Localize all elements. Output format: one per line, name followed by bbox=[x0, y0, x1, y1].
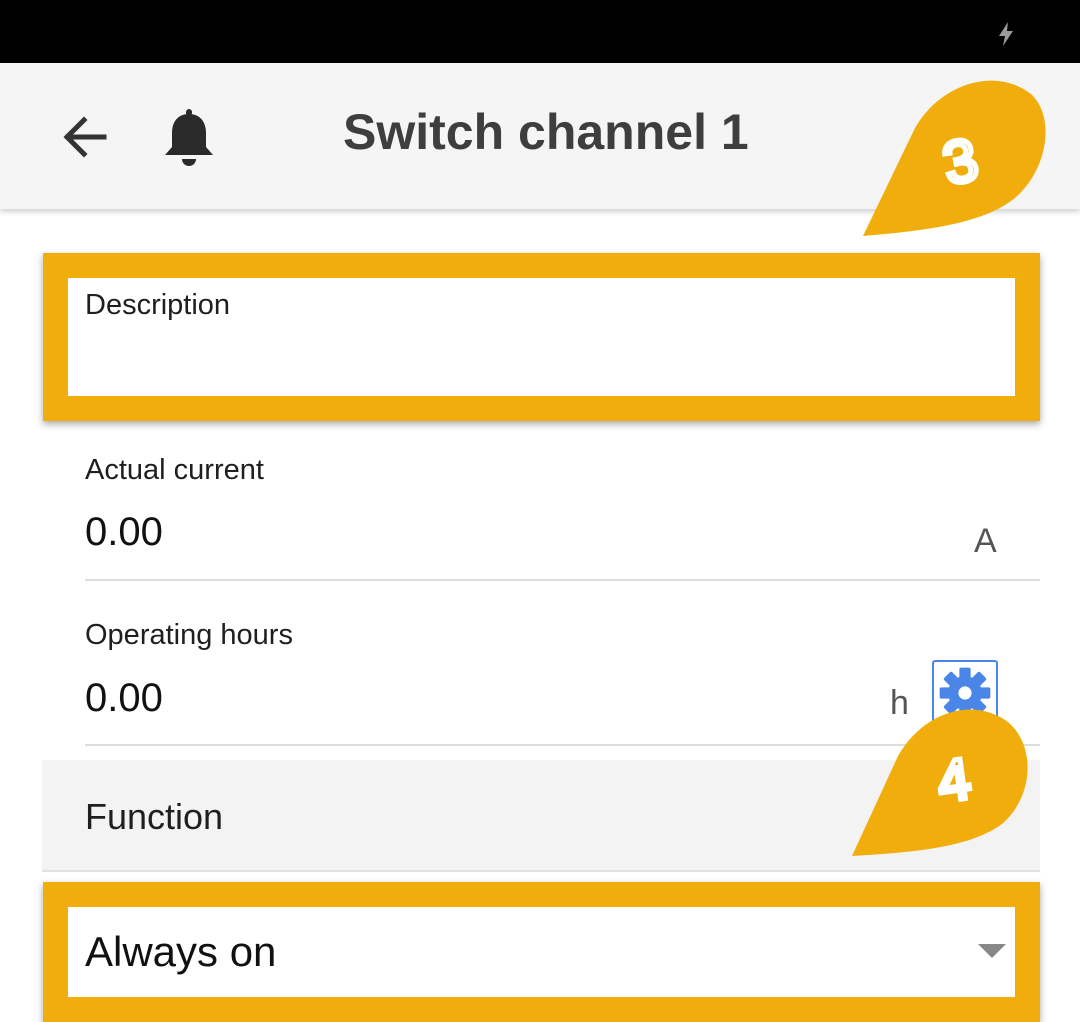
bolt-icon bbox=[999, 22, 1013, 46]
callout-marker-4: 4 bbox=[852, 709, 1028, 856]
chevron-down-icon bbox=[978, 944, 1006, 958]
page-title: Switch channel 1 bbox=[343, 104, 749, 160]
function-select-value: Always on bbox=[85, 928, 277, 975]
actual-current-value: 0.00 bbox=[85, 510, 163, 554]
description-label: Description bbox=[85, 289, 231, 321]
arrow-left-icon[interactable] bbox=[58, 111, 110, 163]
operating-hours-value: 0.00 bbox=[85, 676, 163, 720]
actual-current-divider bbox=[85, 579, 1040, 581]
function-select[interactable]: Always on bbox=[70, 907, 1015, 997]
function-section-label: Function bbox=[85, 796, 224, 837]
description-input[interactable] bbox=[85, 330, 1005, 380]
callout-marker-3: 3 bbox=[863, 80, 1046, 236]
bell-icon[interactable] bbox=[162, 107, 216, 169]
actual-current-label: Actual current bbox=[85, 454, 264, 486]
status-bar bbox=[0, 0, 1080, 63]
actual-current-unit: A bbox=[974, 522, 997, 560]
operating-hours-label: Operating hours bbox=[85, 619, 293, 651]
